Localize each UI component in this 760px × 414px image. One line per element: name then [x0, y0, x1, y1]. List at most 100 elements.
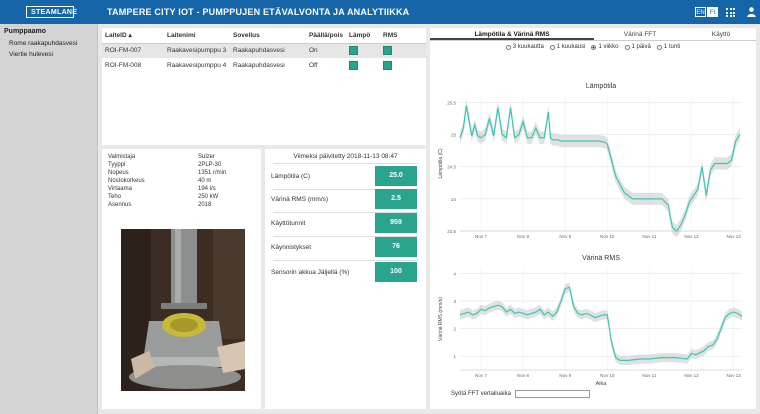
cell-state: Off [309, 62, 318, 69]
spec-row: Nopeus 1351 r/min [108, 170, 227, 176]
spec-list: Valmistaja Sulzer Tyyppi 2PLP-30 Nopeus 135… [108, 153, 258, 209]
cell-device-id: ROI-FM-007 [102, 43, 164, 58]
radio-icon [656, 44, 662, 50]
range-1-month[interactable]: 1 kuukausi [549, 44, 585, 50]
temperature-y-axis-label: Lämpötila (C) [438, 148, 444, 178]
lang-fi-button[interactable]: FI [707, 7, 718, 17]
metric-label: Värinä RMS (mm/s) [271, 196, 329, 203]
spec-row: Virtaama 194 l/s [108, 186, 216, 192]
temperature-chart[interactable]: Lämpötila23.52424.52525.5Nov 7 Nov 8 Nov 9… [430, 56, 756, 238]
metric-label: Sensorin akkua Jäljellä (%) [271, 269, 350, 276]
cell-device-name: Raakavesipumppu 3 [164, 43, 230, 58]
rms-x-tick-label: Nov 7 [475, 373, 487, 378]
range-3-months[interactable]: 3 kuukautta [505, 44, 544, 50]
divider [273, 260, 418, 261]
chart-panel: Lämpötila & Värinä RMS Värinä FFT Käyttö… [430, 28, 756, 409]
lang-en-button[interactable]: EN [695, 7, 706, 17]
tab-temperature-rms[interactable]: Lämpötila & Värinä RMS [430, 28, 594, 40]
metric-battery: Sensorin akkua Jäljellä (%) 100 [271, 262, 419, 283]
metric-vibration-rms: Värinä RMS (mm/s) 2.5 [271, 189, 419, 210]
rms-x-tick-label: Nov 11 [642, 373, 656, 378]
divider [273, 163, 418, 164]
logo-text: STEAMLANE [31, 8, 78, 16]
chart-tabs: Lämpötila & Värinä RMS Värinä FFT Käyttö [430, 28, 756, 41]
rms-status-indicator [383, 61, 392, 70]
cell-device-id: ROI-FM-008 [105, 62, 142, 69]
table-row[interactable]: ROI-FM-007 Raakavesipumppu 3 Raakapuhdas… [102, 43, 426, 58]
temperature-y-tick-label: 25 [451, 133, 457, 138]
cell-device-name: Raakavesipumppu 4 [167, 62, 227, 69]
last-updated-label: Viimeksi päivitetty 2018-11-13 08:47 [293, 153, 398, 160]
sidebar-item-rome[interactable]: Rome raakapuhdasvesi [0, 38, 97, 49]
radio-icon [591, 44, 597, 50]
top-bar: STEAMLANE TAMPERE CITY IOT - PUMPPUJEN E… [0, 0, 760, 24]
column-header-sovellus[interactable]: Sovellus [230, 28, 306, 44]
metric-value: 25.0 [375, 166, 417, 186]
sidebar-title: Pumppaamo [4, 28, 47, 35]
column-header-laiteid[interactable]: LaiteID ▴ [102, 28, 164, 44]
range-1-hour[interactable]: 1 tunti [656, 44, 680, 50]
app-title: TAMPERE CITY IOT - PUMPPUJEN ETÄVALVONTA… [107, 7, 410, 17]
tab-vibration-fft[interactable]: Värinä FFT [594, 28, 686, 40]
spec-row: Nostokorkeus 40 m [108, 178, 212, 184]
range-1-day[interactable]: 1 päivä [624, 44, 651, 50]
cell-state: On [306, 43, 346, 58]
rms-status-indicator [383, 46, 392, 56]
radio-icon [505, 44, 511, 50]
rms-y-axis-label: Värinä RMS (mm/s) [438, 297, 444, 341]
radio-icon [624, 44, 630, 50]
sidebar: Pumppaamo Rome raakapuhdasvesi Viertie h… [0, 24, 98, 414]
column-header-paalla[interactable]: Päällä/pois [306, 28, 346, 44]
metric-value: 959 [375, 213, 417, 233]
column-header-laitenimi[interactable]: Laitenimi [164, 28, 230, 44]
range-1-week[interactable]: 1 viikko [591, 44, 619, 50]
temperature-y-tick-label: 24 [451, 197, 457, 202]
temperature-chart-title: Lämpötila [586, 83, 616, 90]
time-range-selector: 3 kuukautta 1 kuukausi 1 viikko 1 päivä … [430, 44, 756, 50]
metric-value: 76 [375, 237, 417, 257]
spec-row: Teho 250 kW [108, 194, 219, 200]
temperature-range-band [460, 99, 740, 238]
rms-x-tick-label: Nov 9 [559, 373, 571, 378]
pump-details-panel: Valmistaja Sulzer Tyyppi 2PLP-30 Nopeus 135… [102, 149, 261, 409]
rms-x-tick-label: Nov 12 [684, 373, 699, 378]
temperature-y-tick-label: 24.5 [447, 165, 456, 170]
tab-usage[interactable]: Käyttö [686, 28, 756, 40]
temp-status-indicator [349, 61, 358, 70]
fft-compare-row: Syötä FFT vertailuaika [451, 390, 590, 398]
temperature-y-tick-label: 25.5 [447, 100, 456, 105]
sidebar-item-viertie[interactable]: Viertie hulevesi [0, 49, 97, 60]
device-table: LaiteID ▴ Laitenimi Sovellus Päällä/pois… [102, 28, 426, 145]
metric-value: 100 [375, 262, 417, 282]
rms-x-tick-label: Nov 13 [726, 373, 741, 378]
metric-label: Käyttötunnit [271, 220, 306, 227]
metric-label: Lämpötila (C) [271, 173, 311, 180]
fft-compare-label: Syötä FFT vertailuaika [451, 391, 511, 397]
spec-row: Asennus 2018 [108, 202, 212, 208]
metric-value: 2.5 [375, 189, 417, 209]
rms-y-tick-label: 4 [453, 272, 456, 277]
spec-row: Tyyppi 2PLP-30 [108, 162, 222, 168]
fft-compare-input[interactable] [514, 390, 590, 398]
rms-x-tick-label: Nov 10 [600, 373, 615, 378]
rms-y-tick-label: 2 [453, 327, 456, 332]
rms-y-tick-label: 3 [453, 299, 456, 304]
table-row[interactable]: ROI-FM-008 Raakavesipumppu 4 Raakapuhdas… [102, 58, 426, 73]
column-header-rms[interactable]: RMS [380, 28, 426, 44]
column-header-lampo[interactable]: Lämpö [346, 28, 380, 44]
apps-grid-icon[interactable] [726, 8, 735, 17]
metric-label: Käynnistykset [271, 244, 312, 251]
steamlane-logo[interactable]: STEAMLANE [26, 6, 78, 18]
temperature-series-line [459, 105, 741, 232]
cell-application: Raakapuhdasvesi [233, 62, 285, 69]
radio-icon [549, 44, 555, 50]
cell-application: Raakapuhdasvesi [230, 43, 306, 58]
metrics-panel: Viimeksi päivitetty 2018-11-13 08:47 Läm… [265, 149, 426, 409]
metric-temperature: Lämpötila (C) 25.0 [271, 166, 419, 187]
metric-starts: Käynnistykset 76 [271, 237, 419, 258]
user-icon[interactable] [747, 7, 756, 17]
rms-x-tick-label: Nov 8 [517, 373, 529, 378]
temp-status-indicator [349, 46, 358, 56]
pump-photo [121, 229, 245, 391]
vibration-rms-chart[interactable]: Värinä RMS 1 2 3 4 Nov 7 Nov 8 Nov 9 Nov 10 Nov 1… [430, 228, 756, 388]
